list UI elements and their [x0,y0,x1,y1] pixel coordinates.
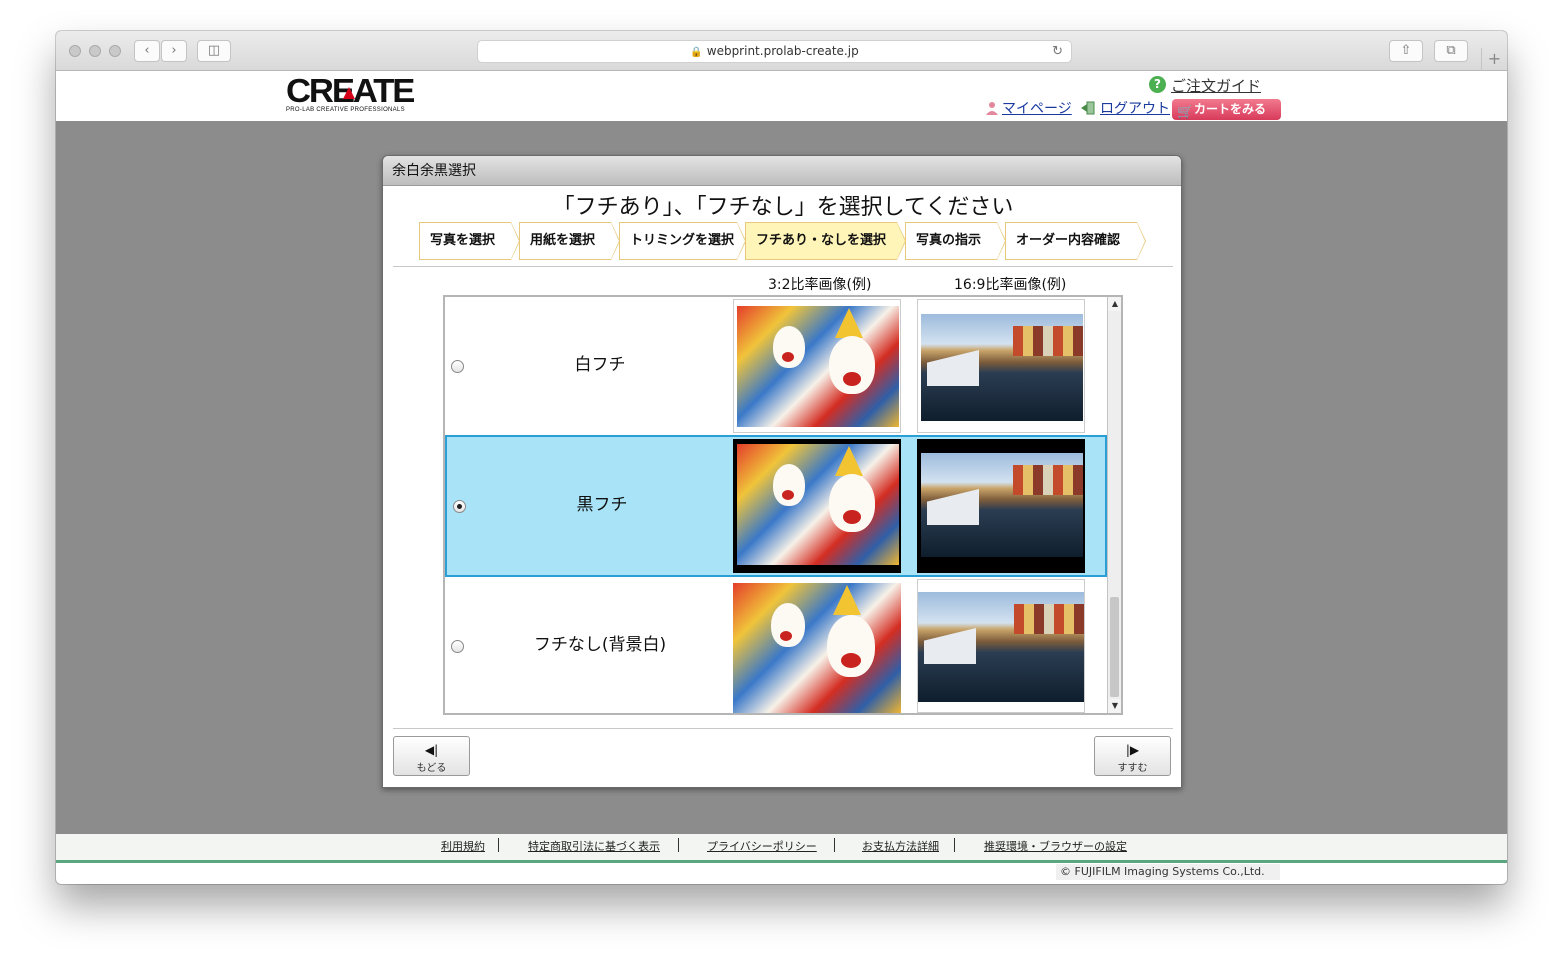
mypage-link[interactable]: マイページ [1002,98,1072,118]
close-window-button[interactable] [69,45,81,57]
site-footer: 利用規約 特定商取引法に基づく表示 プライバシーポリシー お支払方法詳細 推奨環… [56,834,1507,884]
step-next-icon: |▶ [1125,743,1140,757]
sample-16-9-image [917,439,1085,573]
cart-label: カートをみる [1194,102,1267,116]
logo-triangle-icon [343,87,355,99]
divider [393,728,1173,729]
browser-toolbar: ‹ › ◫ 🔒 webprint.prolab-create.jp ↻ ⇧ ⧉ + [56,31,1507,71]
zoom-window-button[interactable] [109,45,121,57]
scroll-up-icon[interactable]: ▲ [1108,297,1121,311]
logout-icon [1081,101,1095,115]
list-scrollbar[interactable]: ▲ ▼ [1107,297,1121,713]
sample-16-9-image [917,299,1085,433]
url-text: webprint.prolab-create.jp [706,44,859,58]
step-select-trimming: トリミングを選択 [619,222,746,260]
scroll-thumb[interactable] [1110,597,1119,697]
footer-link-environment[interactable]: 推奨環境・ブラウザーの設定 [984,838,1127,854]
cart-icon: 🛒 [1177,105,1194,120]
separator [954,838,955,852]
radio-borderless[interactable] [451,640,464,653]
harbor-photo [921,314,1083,421]
footer-link-payment[interactable]: お支払方法詳細 [862,838,939,854]
tabs-button[interactable]: ⧉ [1434,40,1468,62]
chevron-left-icon: ‹ [144,43,150,58]
radio-white-border[interactable] [451,360,464,373]
copyright: © FUJIFILM Imaging Systems Co.,Ltd. [1056,864,1280,880]
border-options-list: 白フチ 黒フチ フチなし(背景白) ▲ ▼ [443,295,1123,715]
footer-accent-line [56,860,1507,863]
dialog-title: 余白余黒選択 [383,156,1181,186]
sidebar-toggle-button[interactable]: ◫ [197,40,231,62]
tabs-icon: ⧉ [1446,43,1456,58]
new-tab-button[interactable]: + [1481,48,1507,71]
order-guide-link[interactable]: ご注文ガイド [1171,75,1261,96]
radio-black-border[interactable] [453,500,466,513]
minimize-window-button[interactable] [89,45,101,57]
page-content: 余白余黒選択 「フチあり」、「フチなし」を選択してください 写真を選択 用紙を選… [56,121,1507,834]
footer-link-commerce-law[interactable]: 特定商取引法に基づく表示 [528,838,660,854]
option-row-borderless[interactable]: フチなし(背景白) [445,577,1107,713]
footer-link-privacy[interactable]: プライバシーポリシー [707,838,817,854]
back-button[interactable]: ‹ [134,40,160,62]
step-order-confirmation: オーダー内容確認 [1005,222,1146,260]
col-header-3-2: 3:2比率画像(例) [768,277,872,293]
footer-link-terms[interactable]: 利用規約 [441,838,485,854]
sidebar-icon: ◫ [207,43,221,58]
option-label: 黒フチ [576,495,628,515]
lock-icon: 🔒 [690,47,703,58]
footer-links-bar: 利用規約 特定商取引法に基づく表示 プライバシーポリシー お支払方法詳細 推奨環… [56,834,1507,860]
option-row-white-border[interactable]: 白フチ [445,297,1107,437]
sample-3-2-image [733,439,901,573]
option-row-black-border[interactable]: 黒フチ [445,435,1107,577]
option-label: 白フチ [574,355,626,375]
step-photo-instructions: 写真の指示 [905,222,1006,260]
harbor-photo [921,453,1083,557]
sample-16-9-image [917,579,1085,713]
divider [393,266,1173,267]
scroll-down-icon[interactable]: ▼ [1108,699,1121,713]
clown-photo [737,306,899,427]
step-select-paper: 用紙を選択 [519,222,620,260]
step-select-photo: 写真を選択 [419,222,520,260]
step-back-icon: ◀| [424,743,439,757]
sample-3-2-image [733,299,901,433]
col-header-16-9: 16:9比率画像(例) [954,277,1067,293]
separator [678,838,679,852]
user-icon [986,102,998,115]
option-label: フチなし(背景白) [533,635,667,655]
sample-3-2-image [733,579,901,713]
border-selection-dialog: 余白余黒選択 「フチあり」、「フチなし」を選択してください 写真を選択 用紙を選… [382,155,1182,788]
share-button[interactable]: ⇧ [1389,40,1423,62]
separator [834,838,835,852]
back-step-button[interactable]: ◀| もどる [393,736,470,776]
view-cart-button[interactable]: 🛒 カートをみる [1172,99,1281,120]
clown-photo [733,583,901,713]
harbor-photo [918,592,1084,702]
share-icon: ⇧ [1400,43,1412,58]
question-icon: ? [1149,76,1166,93]
dialog-heading: 「フチあり」、「フチなし」を選択してください [552,195,1014,220]
logout-link[interactable]: ログアウト [1100,98,1170,118]
reload-icon[interactable]: ↻ [1052,41,1063,62]
forward-button[interactable]: › [161,40,187,62]
separator [498,838,499,852]
browser-window: ‹ › ◫ 🔒 webprint.prolab-create.jp ↻ ⇧ ⧉ +… [56,31,1507,884]
step-select-border: フチあり・なしを選択 [745,222,906,260]
back-step-label: もどる [416,763,447,774]
clown-photo [737,444,899,565]
chevron-right-icon: › [171,43,177,58]
next-step-label: すすむ [1117,763,1148,774]
address-bar[interactable]: 🔒 webprint.prolab-create.jp ↻ [477,40,1072,63]
create-logo[interactable]: CREATE PRO-LAB CREATIVE PROFESSIONALS [286,74,415,115]
next-step-button[interactable]: |▶ すすむ [1094,736,1171,776]
site-header: CREATE PRO-LAB CREATIVE PROFESSIONALS ? … [56,71,1507,121]
